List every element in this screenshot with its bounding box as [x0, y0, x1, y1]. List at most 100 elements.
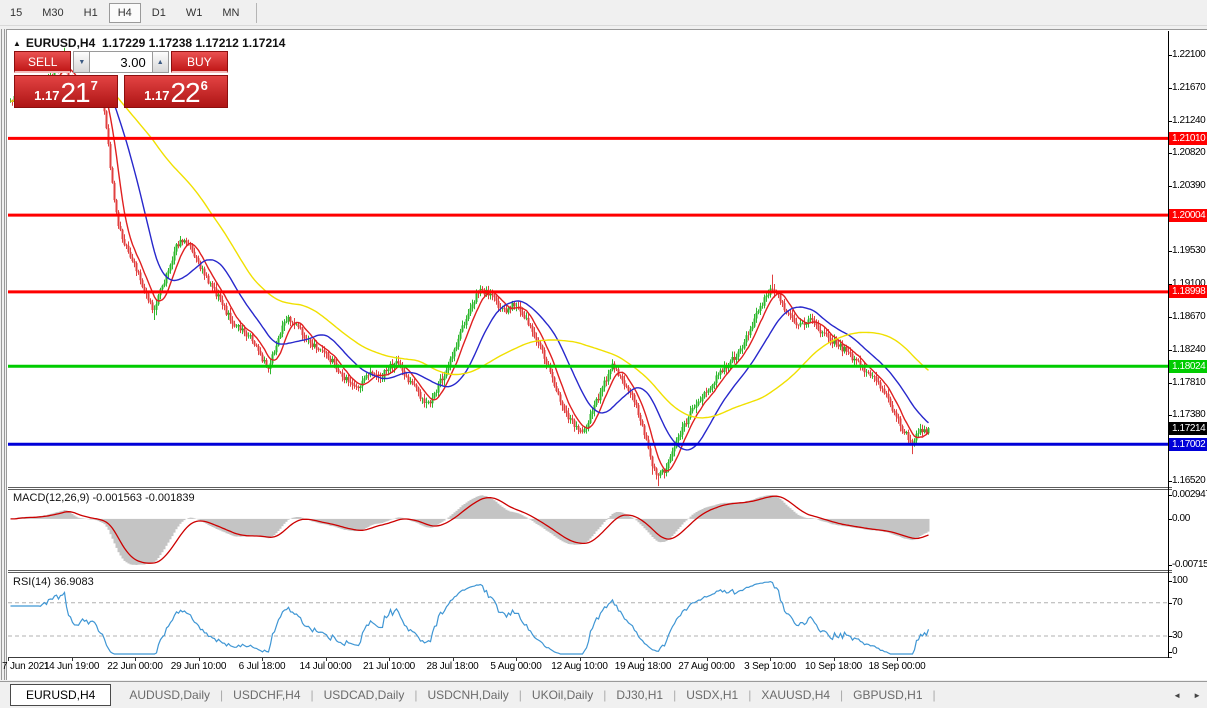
price-axis-tick — [1168, 121, 1172, 122]
rsi-axis-tick — [1168, 652, 1172, 653]
buy-button[interactable]: BUY — [171, 51, 228, 73]
volume-increase-button[interactable]: ▲ — [152, 51, 169, 73]
time-axis-label: 29 Jun 10:00 — [171, 661, 226, 672]
sell-price-big: 21 — [60, 79, 89, 106]
rsi-axis-label: 0 — [1172, 646, 1177, 658]
symbol-period-label: EURUSD,H4 — [26, 36, 95, 50]
time-axis-label: 3 Sep 10:00 — [744, 661, 796, 672]
collapse-icon[interactable]: ▲ — [13, 39, 21, 48]
chart-bottom-border — [8, 657, 1172, 658]
hline-price-tag: 1.20004 — [1169, 209, 1207, 222]
price-axis-label: 1.19530 — [1172, 245, 1205, 257]
buy-price-box[interactable]: 1.17 22 6 — [124, 75, 228, 108]
symbol-tab-gbpusd[interactable]: GBPUSD,H1 — [843, 685, 932, 705]
volume-input[interactable]: 3.00 — [90, 51, 151, 73]
window-left-border — [6, 30, 7, 680]
price-axis-label: 1.22100 — [1172, 49, 1205, 61]
time-axis-label: 7 Jun 2021 — [2, 661, 50, 672]
price-axis-tick — [1168, 317, 1172, 318]
price-axis-tick — [1168, 153, 1172, 154]
hline-price-tag: 1.17002 — [1169, 438, 1207, 451]
symbol-tab-usdx[interactable]: USDX,H1 — [676, 685, 748, 705]
macd-axis-label: 0.002947 — [1172, 489, 1207, 501]
window-top-edge — [6, 29, 1207, 30]
buy-price-pip: 6 — [201, 78, 208, 93]
price-axis-line — [1168, 31, 1169, 658]
price-axis-label: 1.21240 — [1172, 115, 1205, 127]
time-axis-label: 6 Jul 18:00 — [239, 661, 286, 672]
timeframe-button-m30[interactable]: M30 — [33, 3, 72, 23]
price-axis-tick — [1168, 415, 1172, 416]
timeframe-button-w1[interactable]: W1 — [177, 3, 212, 23]
time-axis-label: 19 Aug 18:00 — [615, 661, 672, 672]
symbol-tab-eurusd[interactable]: EURUSD,H4 — [10, 684, 111, 706]
window-left-edge-inner — [4, 29, 5, 680]
rsi-axis-tick — [1168, 581, 1172, 582]
ohlc-values: 1.17229 1.17238 1.17212 1.17214 — [102, 36, 286, 50]
buy-price-big: 22 — [170, 79, 199, 106]
sell-price-box[interactable]: 1.17 21 7 — [14, 75, 118, 108]
time-axis-label: 12 Aug 10:00 — [551, 661, 608, 672]
macd-axis-tick — [1168, 495, 1172, 496]
symbol-tab-usdchf[interactable]: USDCHF,H4 — [223, 685, 310, 705]
rsi-indicator-canvas[interactable] — [8, 573, 1168, 657]
macd-axis-label: 0.00 — [1172, 513, 1190, 525]
price-axis-label: 1.21670 — [1172, 82, 1205, 94]
volume-decrease-button[interactable]: ▼ — [73, 51, 90, 73]
timeframe-button-15[interactable]: 15 — [1, 3, 31, 23]
time-axis-label: 14 Jun 19:00 — [44, 661, 99, 672]
timeframe-button-d1[interactable]: D1 — [143, 3, 175, 23]
price-axis-label: 1.20820 — [1172, 147, 1205, 159]
price-axis-tick — [1168, 88, 1172, 89]
tab-scroll-right-icon[interactable]: ► — [1193, 691, 1201, 700]
macd-label: MACD(12,26,9) -0.001563 -0.001839 — [13, 492, 195, 504]
sell-button[interactable]: SELL — [14, 51, 71, 73]
time-axis-label: 5 Aug 00:00 — [490, 661, 541, 672]
timeframe-button-h4[interactable]: H4 — [109, 3, 141, 23]
price-axis-tick — [1168, 251, 1172, 252]
timeframe-toolbar: 15M30H1H4D1W1MN — [0, 0, 1207, 26]
time-axis-label: 14 Jul 00:00 — [299, 661, 351, 672]
symbol-tab-audusd[interactable]: AUDUSD,Daily — [119, 685, 220, 705]
current-price-tag: 1.17214 — [1169, 422, 1207, 435]
macd-axis-tick — [1168, 565, 1172, 566]
rsi-axis-label: 30 — [1172, 630, 1182, 642]
sell-price-pip: 7 — [91, 78, 98, 93]
time-axis-label: 10 Sep 18:00 — [805, 661, 862, 672]
time-axis-label: 22 Jun 00:00 — [107, 661, 162, 672]
chart-title: ▲ EURUSD,H4 1.17229 1.17238 1.17212 1.172… — [13, 36, 285, 50]
symbol-tab-ukoil[interactable]: UKOil,Daily — [522, 685, 603, 705]
tab-separator: | — [933, 688, 936, 702]
price-axis-label: 1.16520 — [1172, 475, 1205, 487]
price-axis-tick — [1168, 350, 1172, 351]
spin-down-icon: ▼ — [78, 59, 85, 66]
hline-price-tag: 1.18998 — [1169, 285, 1207, 298]
window-left-edge — [1, 29, 2, 680]
symbol-tab-bar: EURUSD,H4AUDUSD,Daily|USDCHF,H4|USDCAD,D… — [0, 681, 1207, 708]
hline-price-tag: 1.21010 — [1169, 132, 1207, 145]
time-axis-label: 28 Jul 18:00 — [426, 661, 478, 672]
price-axis-label: 1.18240 — [1172, 344, 1205, 356]
rsi-axis-tick — [1168, 603, 1172, 604]
symbol-tab-xauusd[interactable]: XAUUSD,H4 — [751, 685, 840, 705]
symbol-tab-usdcnh[interactable]: USDCNH,Daily — [417, 685, 518, 705]
price-axis-tick — [1168, 383, 1172, 384]
symbol-tab-usdcad[interactable]: USDCAD,Daily — [314, 685, 415, 705]
rsi-axis-tick — [1168, 636, 1172, 637]
spin-up-icon: ▲ — [157, 59, 164, 66]
timeframe-button-h1[interactable]: H1 — [75, 3, 107, 23]
tab-scroll-left-icon[interactable]: ◄ — [1173, 691, 1181, 700]
macd-axis-label: -0.007157 — [1172, 559, 1207, 571]
rsi-label: RSI(14) 36.9083 — [13, 576, 94, 588]
time-axis-label: 27 Aug 00:00 — [678, 661, 735, 672]
price-axis-label: 1.20390 — [1172, 180, 1205, 192]
price-axis-tick — [1168, 55, 1172, 56]
price-axis-label: 1.18670 — [1172, 311, 1205, 323]
symbol-tab-dj30[interactable]: DJ30,H1 — [606, 685, 673, 705]
price-axis-tick — [1168, 481, 1172, 482]
rsi-axis-label: 70 — [1172, 597, 1182, 609]
time-axis-label: 18 Sep 00:00 — [868, 661, 925, 672]
rsi-axis-label: 100 — [1172, 575, 1188, 587]
timeframe-button-mn[interactable]: MN — [213, 3, 248, 23]
toolbar-separator — [256, 3, 257, 23]
